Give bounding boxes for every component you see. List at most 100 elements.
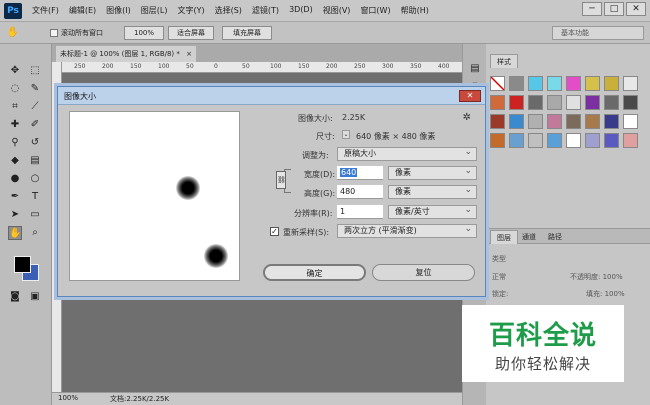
hand-tool-icon[interactable]: ✋ xyxy=(8,226,22,240)
dodge-tool-icon[interactable]: ○ xyxy=(28,172,42,186)
history-panel-icon[interactable]: ▤ xyxy=(468,62,482,76)
tab-channels[interactable]: 通道 xyxy=(516,230,542,244)
style-swatch[interactable] xyxy=(623,114,638,129)
fill-screen-button[interactable]: 填充屏幕 xyxy=(222,26,272,40)
style-swatch[interactable] xyxy=(585,76,600,91)
style-swatch[interactable] xyxy=(585,133,600,148)
menu-edit[interactable]: 编辑(E) xyxy=(69,5,96,16)
clone-stamp-tool-icon[interactable]: ⚲ xyxy=(8,136,22,150)
width-input[interactable]: 640 xyxy=(337,166,383,180)
style-swatch[interactable] xyxy=(490,133,505,148)
style-swatch[interactable] xyxy=(604,76,619,91)
style-swatch[interactable] xyxy=(528,76,543,91)
shape-tool-icon[interactable]: ▭ xyxy=(28,208,42,222)
image-preview[interactable] xyxy=(69,111,240,281)
style-swatch[interactable] xyxy=(547,76,562,91)
height-input[interactable]: 480 xyxy=(337,185,383,199)
menu-filter[interactable]: 滤镜(T) xyxy=(252,5,279,16)
menu-3d[interactable]: 3D(D) xyxy=(289,5,313,16)
style-swatch[interactable] xyxy=(566,114,581,129)
gradient-tool-icon[interactable]: ▤ xyxy=(28,154,42,168)
dimensions-unit-toggle[interactable]: ⌄ xyxy=(342,130,350,139)
restore-button[interactable]: □ xyxy=(604,2,624,16)
style-swatch[interactable] xyxy=(604,95,619,110)
dialog-close-icon[interactable]: ✕ xyxy=(459,90,481,102)
path-select-tool-icon[interactable]: ➤ xyxy=(8,208,22,222)
resample-method-select[interactable]: 两次立方 (平滑渐变) xyxy=(337,223,477,238)
quick-select-tool-icon[interactable]: ✎ xyxy=(28,82,42,96)
fit-to-select[interactable]: 原稿大小 xyxy=(337,146,477,161)
style-swatch[interactable] xyxy=(509,95,524,110)
menu-type[interactable]: 文字(Y) xyxy=(177,5,204,16)
move-tool-icon[interactable]: ✥ xyxy=(8,64,22,78)
style-swatch[interactable] xyxy=(623,133,638,148)
menu-layer[interactable]: 图层(L) xyxy=(141,5,168,16)
blend-mode-select[interactable]: 正常 xyxy=(492,272,506,282)
menu-view[interactable]: 视图(V) xyxy=(323,5,351,16)
style-swatch[interactable] xyxy=(490,114,505,129)
close-tab-icon[interactable]: × xyxy=(186,50,192,58)
ok-button[interactable]: 确定 xyxy=(263,264,366,281)
style-swatch[interactable] xyxy=(547,95,562,110)
style-swatch[interactable] xyxy=(490,76,505,91)
document-tab[interactable]: 未标题-1 @ 100% (图层 1, RGB/8) * × xyxy=(56,46,196,62)
quick-mask-icon[interactable]: ◙ xyxy=(8,290,22,304)
eraser-tool-icon[interactable]: ◆ xyxy=(8,154,22,168)
zoom-100-button[interactable]: 100% xyxy=(124,26,164,40)
menu-window[interactable]: 窗口(W) xyxy=(360,5,390,16)
tab-layers[interactable]: 图层 xyxy=(490,230,518,244)
close-window-button[interactable]: ✕ xyxy=(626,2,646,16)
fill-field[interactable]: 填充: 100% xyxy=(586,289,625,299)
crop-tool-icon[interactable]: ⌗ xyxy=(8,100,22,114)
style-swatch[interactable] xyxy=(585,114,600,129)
tab-styles[interactable]: 样式 xyxy=(490,54,518,68)
screen-mode-icon[interactable]: ▣ xyxy=(28,290,42,304)
status-zoom[interactable]: 100% xyxy=(58,394,78,402)
style-swatch[interactable] xyxy=(528,133,543,148)
eyedropper-tool-icon[interactable]: ⟋ xyxy=(28,100,42,114)
style-swatch[interactable] xyxy=(528,95,543,110)
style-swatch[interactable] xyxy=(623,76,638,91)
height-unit-select[interactable]: 像素 xyxy=(388,184,477,199)
style-swatch[interactable] xyxy=(566,95,581,110)
resolution-unit-select[interactable]: 像素/英寸 xyxy=(388,204,477,219)
style-swatch[interactable] xyxy=(604,133,619,148)
healing-tool-icon[interactable]: ✚ xyxy=(8,118,22,132)
lasso-tool-icon[interactable]: ◌ xyxy=(8,82,22,96)
menu-image[interactable]: 图像(I) xyxy=(106,5,131,16)
style-swatch[interactable] xyxy=(566,76,581,91)
layer-kind-filter[interactable]: 类型 xyxy=(492,254,506,264)
style-swatch[interactable] xyxy=(623,95,638,110)
width-unit-select[interactable]: 像素 xyxy=(388,165,477,180)
workspace-select[interactable]: 基本功能 xyxy=(552,26,644,40)
blur-tool-icon[interactable]: ● xyxy=(8,172,22,186)
style-swatch[interactable] xyxy=(509,76,524,91)
type-tool-icon[interactable]: T xyxy=(28,190,42,204)
tab-paths[interactable]: 路径 xyxy=(542,230,568,244)
foreground-color-swatch[interactable] xyxy=(14,256,31,273)
zoom-tool-icon[interactable]: ⌕ xyxy=(28,226,42,240)
style-swatch[interactable] xyxy=(604,114,619,129)
style-swatch[interactable] xyxy=(490,95,505,110)
opacity-field[interactable]: 不透明度: 100% xyxy=(570,272,623,282)
pen-tool-icon[interactable]: ✒ xyxy=(8,190,22,204)
menu-select[interactable]: 选择(S) xyxy=(215,5,242,16)
style-swatch[interactable] xyxy=(566,133,581,148)
reset-button[interactable]: 复位 xyxy=(372,264,475,281)
style-swatch[interactable] xyxy=(547,114,562,129)
minimize-button[interactable]: ─ xyxy=(582,2,602,16)
style-swatch[interactable] xyxy=(547,133,562,148)
brush-tool-icon[interactable]: ✐ xyxy=(28,118,42,132)
history-brush-tool-icon[interactable]: ↺ xyxy=(28,136,42,150)
style-swatch[interactable] xyxy=(509,114,524,129)
style-swatch[interactable] xyxy=(509,133,524,148)
scroll-all-windows-checkbox[interactable] xyxy=(50,29,58,37)
gear-icon[interactable]: ✲ xyxy=(463,112,471,123)
style-swatch[interactable] xyxy=(585,95,600,110)
marquee-tool-icon[interactable]: ⬚ xyxy=(28,64,42,78)
fit-screen-button[interactable]: 适合屏幕 xyxy=(168,26,214,40)
resample-checkbox[interactable]: ✓ xyxy=(270,227,279,236)
menu-help[interactable]: 帮助(H) xyxy=(401,5,429,16)
menu-file[interactable]: 文件(F) xyxy=(32,5,59,16)
style-swatch[interactable] xyxy=(528,114,543,129)
